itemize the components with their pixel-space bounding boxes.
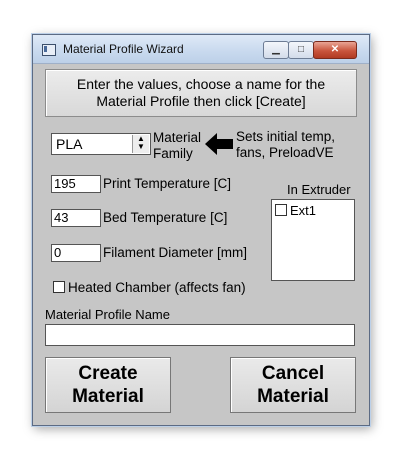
- profile-name-input[interactable]: [45, 324, 355, 346]
- create-material-button[interactable]: Create Material: [45, 357, 171, 413]
- heated-chamber-option[interactable]: Heated Chamber (affects fan): [53, 280, 246, 295]
- material-family-value: PLA: [56, 136, 83, 152]
- cancel-button-line-1: Cancel: [261, 363, 325, 384]
- minimize-button[interactable]: ▁: [263, 41, 289, 59]
- instructions-line-2: Material Profile then click [Create]: [96, 93, 306, 109]
- window-title: Material Profile Wizard: [63, 42, 184, 56]
- create-button-line-1: Create: [78, 363, 138, 384]
- instructions-button[interactable]: Enter the values, choose a name for the …: [45, 69, 357, 117]
- in-extruder-heading: In Extruder: [287, 182, 351, 197]
- print-temperature-label: Print Temperature [C]: [103, 176, 232, 191]
- filament-diameter-input[interactable]: 0: [51, 244, 101, 262]
- material-family-label-1: Material: [153, 130, 202, 145]
- select-spinner-icon[interactable]: ▲ ▼: [132, 135, 149, 153]
- heated-chamber-checkbox[interactable]: [53, 281, 65, 293]
- heated-chamber-label: Heated Chamber (affects fan): [68, 280, 246, 295]
- left-arrow-icon: [205, 133, 233, 155]
- app-icon: [42, 44, 56, 56]
- profile-name-label: Material Profile Name: [45, 307, 170, 322]
- cancel-button-line-2: Material: [257, 386, 329, 407]
- extruder-checkbox[interactable]: [275, 204, 287, 216]
- bed-temperature-input[interactable]: 43: [51, 209, 101, 227]
- wizard-window: Material Profile Wizard ▁ □ ✕ Enter the …: [32, 34, 370, 426]
- extruder-item-label: Ext1: [290, 203, 317, 218]
- family-hint-line-1: Sets initial temp,: [236, 129, 336, 144]
- extruder-item[interactable]: Ext1: [275, 203, 316, 218]
- material-family-select[interactable]: PLA ▲ ▼: [51, 133, 151, 155]
- cancel-material-button[interactable]: Cancel Material: [230, 357, 356, 413]
- instructions-line-1: Enter the values, choose a name for the: [76, 76, 326, 92]
- material-family-label-2: Family: [153, 146, 193, 161]
- close-button[interactable]: ✕: [313, 41, 357, 59]
- create-button-line-2: Material: [72, 386, 144, 407]
- family-hint-line-2: fans, PreloadVE: [236, 145, 334, 160]
- title-bar[interactable]: Material Profile Wizard ▁ □ ✕: [33, 35, 369, 64]
- filament-diameter-label: Filament Diameter [mm]: [103, 245, 248, 260]
- extruder-list[interactable]: Ext1: [271, 199, 355, 281]
- maximize-button[interactable]: □: [288, 41, 314, 59]
- bed-temperature-label: Bed Temperature [C]: [103, 210, 228, 225]
- print-temperature-input[interactable]: 195: [51, 175, 101, 193]
